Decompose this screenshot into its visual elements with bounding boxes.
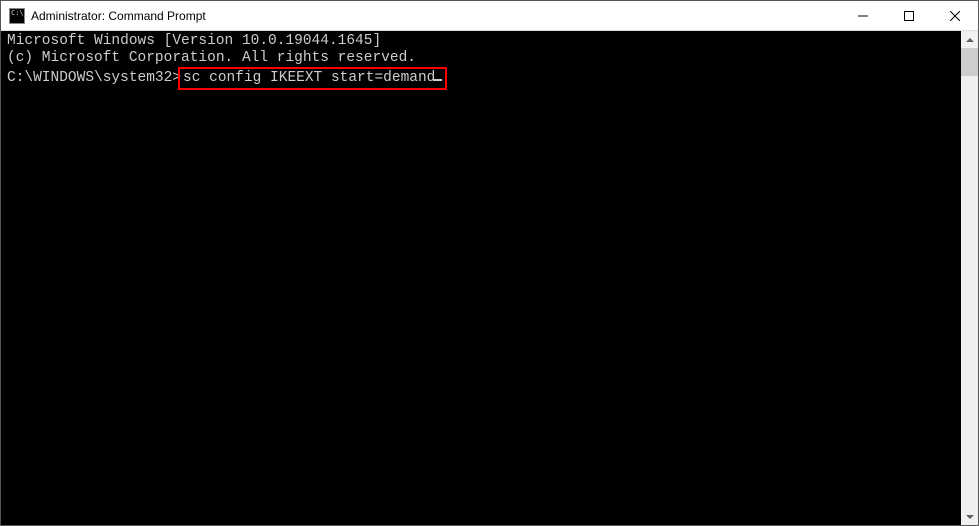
terminal-command: sc config IKEEXT start=demand bbox=[183, 70, 435, 86]
text-cursor bbox=[434, 79, 442, 81]
terminal-line: Microsoft Windows [Version 10.0.19044.16… bbox=[7, 33, 961, 50]
close-button[interactable] bbox=[932, 1, 978, 30]
scroll-down-button[interactable] bbox=[961, 508, 978, 525]
scroll-up-button[interactable] bbox=[961, 31, 978, 48]
command-prompt-window: Administrator: Command Prompt Microsoft … bbox=[0, 0, 979, 526]
terminal-output[interactable]: Microsoft Windows [Version 10.0.19044.16… bbox=[1, 31, 961, 525]
maximize-button[interactable] bbox=[886, 1, 932, 30]
window-title: Administrator: Command Prompt bbox=[31, 9, 840, 23]
terminal-prompt-line: C:\WINDOWS\system32>sc config IKEEXT sta… bbox=[7, 67, 961, 90]
scroll-track[interactable] bbox=[961, 48, 978, 508]
terminal-prompt: C:\WINDOWS\system32> bbox=[7, 70, 181, 86]
window-controls bbox=[840, 1, 978, 30]
scroll-thumb[interactable] bbox=[961, 48, 978, 76]
titlebar[interactable]: Administrator: Command Prompt bbox=[1, 1, 978, 31]
minimize-button[interactable] bbox=[840, 1, 886, 30]
vertical-scrollbar[interactable] bbox=[961, 31, 978, 525]
cmd-icon bbox=[9, 8, 25, 24]
content-area: Microsoft Windows [Version 10.0.19044.16… bbox=[1, 31, 978, 525]
terminal-line: (c) Microsoft Corporation. All rights re… bbox=[7, 50, 961, 67]
command-highlight: sc config IKEEXT start=demand bbox=[178, 67, 447, 90]
